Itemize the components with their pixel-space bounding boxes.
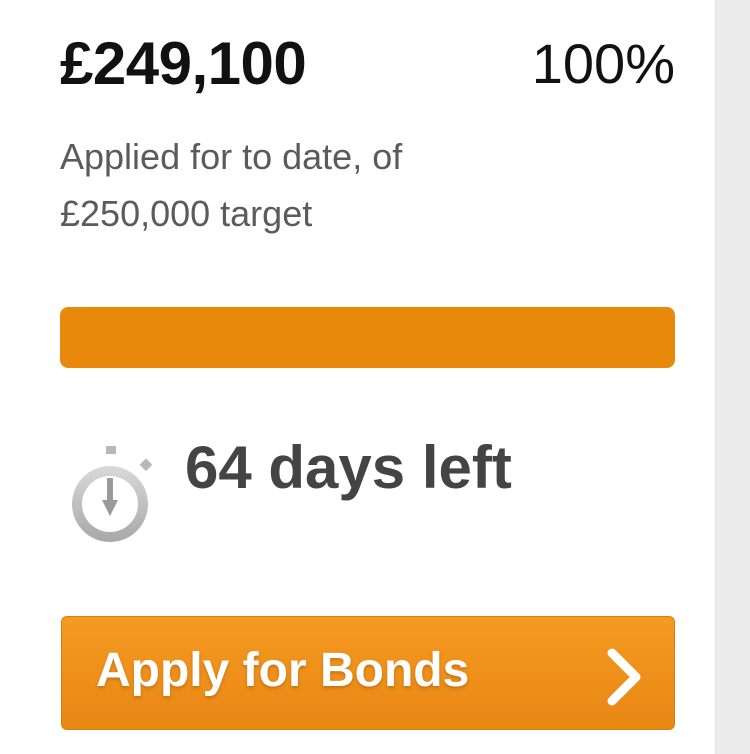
amount-raised: £249,100 xyxy=(60,30,307,97)
stopwatch-icon xyxy=(64,442,160,546)
percent-funded: 100% xyxy=(531,32,675,95)
funding-progress-bar xyxy=(60,307,675,368)
apply-button-label: Apply for Bonds xyxy=(96,644,470,697)
side-scroll-edge xyxy=(715,0,750,754)
funding-subtitle: Applied for to date, of £250,000 target xyxy=(60,136,403,234)
chevron-right-icon xyxy=(604,647,644,707)
apply-for-bonds-button[interactable]: Apply for Bonds xyxy=(61,616,675,730)
funding-progress-fill xyxy=(60,307,675,368)
days-left-label: 64 days left xyxy=(185,434,512,501)
